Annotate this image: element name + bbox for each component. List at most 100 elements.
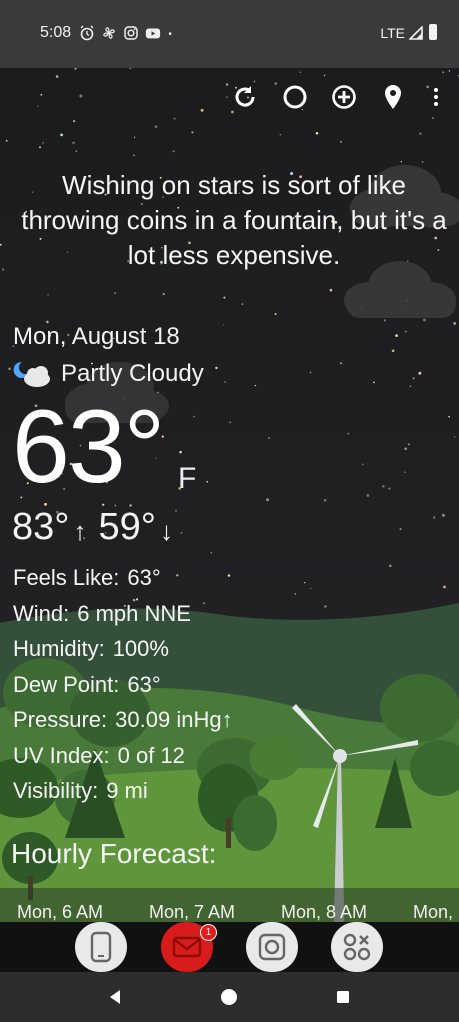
location-pin-icon[interactable] <box>378 82 408 112</box>
star <box>133 154 135 157</box>
star <box>294 593 296 595</box>
network-label: LTE <box>380 25 405 41</box>
hourly-forecast-title: Hourly Forecast: <box>11 838 217 869</box>
star <box>399 528 402 531</box>
star <box>391 349 395 353</box>
hourly-item[interactable]: Mon, 6 AM <box>17 902 103 922</box>
hourly-item[interactable]: Mon, 7 AM <box>149 902 235 922</box>
condition-label: Partly Cloudy <box>61 360 204 387</box>
youtube-icon <box>145 28 161 39</box>
star <box>75 150 78 152</box>
star <box>443 585 446 589</box>
star <box>309 371 312 374</box>
star <box>418 371 422 375</box>
star <box>442 71 445 74</box>
star <box>419 132 422 135</box>
star <box>72 119 76 123</box>
star <box>223 296 226 299</box>
detail-feels-like: Feels Like: 63° <box>13 565 161 590</box>
alarm-icon <box>80 25 94 41</box>
weather-details: Feels Like: 63° Wind: 6 mph NNE Humidity: 1… <box>13 560 233 809</box>
hourly-item[interactable]: Mon, 8 AM <box>281 902 367 922</box>
star <box>0 243 2 246</box>
star <box>404 330 407 333</box>
back-icon[interactable] <box>90 972 140 1022</box>
star <box>383 319 386 322</box>
star <box>55 75 59 78</box>
star <box>299 71 302 73</box>
dot-icon <box>168 32 172 35</box>
home-icon[interactable] <box>204 972 254 1022</box>
star <box>412 377 415 380</box>
star <box>229 421 231 424</box>
hourly-item[interactable]: Mon, <box>413 902 453 922</box>
star <box>373 381 375 384</box>
star <box>404 447 407 450</box>
star <box>191 131 194 134</box>
mail-app-icon[interactable]: 1 <box>161 922 217 972</box>
star <box>215 366 218 370</box>
apps-app-icon[interactable] <box>331 922 383 972</box>
star <box>453 436 456 438</box>
star <box>395 334 398 337</box>
star <box>453 322 457 325</box>
mail-badge: 1 <box>200 924 217 941</box>
low-temp: 59° <box>98 506 156 548</box>
hourly-forecast-strip[interactable]: Mon, 6 AM Mon, 7 AM Mon, 8 AM Mon, <box>0 888 459 922</box>
star <box>224 381 226 383</box>
star <box>72 141 75 145</box>
star <box>409 385 412 387</box>
app-dock: 1 <box>0 922 459 972</box>
star <box>206 480 209 483</box>
daily-quote: Wishing on stars is sort of like throwin… <box>21 170 447 270</box>
star <box>8 367 11 371</box>
star <box>74 68 77 70</box>
star <box>210 552 212 554</box>
star <box>323 499 327 502</box>
star <box>162 292 165 296</box>
star <box>179 450 182 454</box>
star <box>366 494 370 497</box>
star <box>279 133 282 136</box>
star <box>47 293 49 296</box>
toolbar <box>0 82 459 112</box>
detail-dew-point: Dew Point: 63° <box>13 671 161 697</box>
star <box>268 437 271 440</box>
star <box>42 142 44 144</box>
star <box>347 432 350 435</box>
condition-row: Partly Cloudy <box>13 358 204 390</box>
star <box>172 150 175 153</box>
high-temp: 83° <box>12 506 70 548</box>
detail-visibility: Visibility: 9 mi <box>13 778 148 803</box>
more-vert-icon[interactable] <box>421 82 451 112</box>
star <box>113 292 117 295</box>
detail-humidity: Humidity: 100% <box>13 636 169 661</box>
recents-icon[interactable] <box>318 972 368 1022</box>
add-location-icon[interactable] <box>329 82 359 112</box>
signal-icon <box>409 26 423 40</box>
down-arrow-icon: ↓ <box>159 516 173 546</box>
star <box>404 471 406 473</box>
star <box>133 136 136 138</box>
refresh-icon[interactable] <box>230 82 260 112</box>
star <box>173 117 176 120</box>
star <box>324 605 327 608</box>
star <box>448 70 451 72</box>
star <box>421 161 424 163</box>
star <box>329 288 333 292</box>
star <box>192 415 195 418</box>
detail-pressure: Pressure: 30.09 inHg↑ <box>13 707 233 732</box>
star <box>39 146 41 149</box>
star <box>254 384 257 387</box>
star <box>423 318 426 322</box>
status-time: 5:08 <box>40 24 72 41</box>
theme-icon[interactable] <box>280 82 310 112</box>
phone-app-icon[interactable] <box>75 922 127 972</box>
star <box>154 125 158 128</box>
star <box>448 415 450 418</box>
fan-icon <box>103 27 115 39</box>
star <box>266 498 269 502</box>
star <box>400 161 402 163</box>
star <box>2 268 5 271</box>
camera-app-icon[interactable] <box>246 922 298 972</box>
